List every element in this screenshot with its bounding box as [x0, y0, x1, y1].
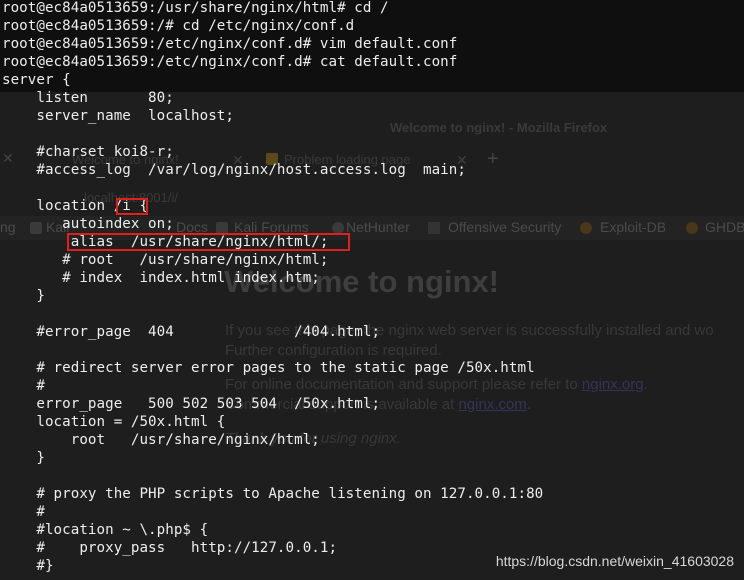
terminal-line: location = /50x.html { [2, 414, 226, 430]
terminal-window[interactable]: root@ec84a0513659:/usr/share/nginx/html#… [0, 0, 744, 580]
terminal-line: # redirect server error pages to the sta… [2, 360, 535, 376]
terminal-line: #charset koi8-r; [2, 144, 174, 160]
screen: Welcome to nginx! - Mozilla Firefox ✕ We… [0, 0, 744, 580]
terminal-line: root@ec84a0513659:/etc/nginx/conf.d# vim… [2, 36, 458, 52]
terminal-line: server { [2, 72, 71, 88]
terminal-line: root@ec84a0513659:/usr/share/nginx/html#… [2, 0, 389, 16]
terminal-line: #access_log /var/log/nginx/host.access.l… [2, 162, 466, 178]
watermark: https://blog.csdn.net/weixin_41603028 [495, 553, 734, 569]
terminal-line: root@ec84a0513659:/# cd /etc/nginx/conf.… [2, 18, 355, 34]
terminal-line: } [2, 450, 45, 466]
terminal-line: error_page 500 502 503 504 /50x.html; [2, 396, 381, 412]
terminal-line: # [2, 378, 45, 394]
terminal-line: root@ec84a0513659:/etc/nginx/conf.d# cat… [2, 54, 458, 70]
terminal-line: } [2, 288, 45, 304]
terminal-line: server_name localhost; [2, 108, 234, 124]
terminal-line: autoindex on; [2, 216, 174, 232]
terminal-line: #} [2, 558, 54, 574]
alias-line-highlight [67, 233, 350, 251]
terminal-line: # root /usr/share/nginx/html; [2, 252, 329, 268]
terminal-line: # proxy_pass http://127.0.0.1; [2, 540, 338, 556]
terminal-line: listen 80; [2, 90, 174, 106]
location-path-highlight [116, 198, 148, 215]
terminal-line: # index index.html index.htm; [2, 270, 320, 286]
terminal-line: root /usr/share/nginx/html; [2, 432, 320, 448]
terminal-line: # proxy the PHP scripts to Apache listen… [2, 486, 544, 502]
terminal-line: # [2, 504, 45, 520]
terminal-line: #location ~ \.php$ { [2, 522, 209, 538]
terminal-line: #error_page 404 /404.html; [2, 324, 381, 340]
